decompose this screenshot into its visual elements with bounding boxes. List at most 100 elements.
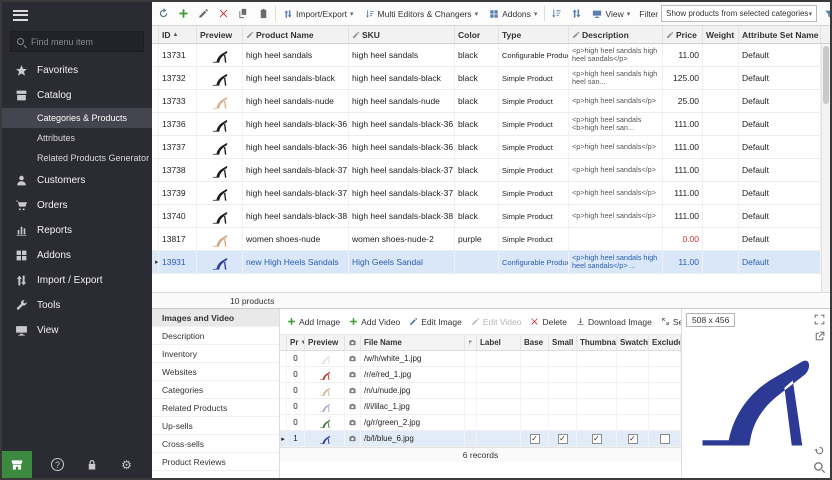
image-row[interactable]: 0/l/i/lilac_1.jpg xyxy=(280,399,681,415)
column-header-id[interactable]: ID▲ xyxy=(159,26,197,43)
image-row[interactable]: 0/r/e/red_1.jpg xyxy=(280,367,681,383)
product-row[interactable]: 13738high heel sandals-black-37high heel… xyxy=(152,159,821,182)
base-checkbox[interactable]: ✓ xyxy=(530,434,540,444)
sidebar-item-view[interactable]: View xyxy=(2,318,152,343)
column-header-exclude[interactable]: Exclude xyxy=(649,335,681,350)
fullscreen-button[interactable] xyxy=(813,313,826,326)
product-row[interactable]: 13739high heel sandals-black-37high heel… xyxy=(152,182,821,205)
column-header-swatch[interactable]: Swatch xyxy=(617,335,649,350)
category-filter-select[interactable]: Show products from selected categories ▾ xyxy=(661,5,817,22)
product-row[interactable]: 13740high heel sandals-black-38high heel… xyxy=(152,205,821,228)
column-header-sku[interactable]: SKU xyxy=(349,26,455,43)
product-row[interactable]: 13732high heel sandals-blackhigh heel sa… xyxy=(152,67,821,90)
column-header-weight[interactable]: Weight xyxy=(703,26,739,43)
column-header-attribute-set-name[interactable]: Attribute Set Name xyxy=(739,26,821,43)
add-image-button[interactable]: Add Image xyxy=(287,317,340,327)
column-header-flag[interactable] xyxy=(465,335,477,350)
sort-asc-button[interactable] xyxy=(548,5,565,22)
product-row[interactable]: ▸13931new High Heels SandalsHigh Geels S… xyxy=(152,251,821,274)
scrollbar-thumb[interactable] xyxy=(823,46,829,104)
swatch-checkbox[interactable]: ✓ xyxy=(628,434,638,444)
sidebar-item-import-export[interactable]: Import / Export xyxy=(2,268,152,293)
edit-image-button[interactable]: Edit Image xyxy=(409,317,462,327)
button-label: Add Video xyxy=(361,317,400,327)
sort-desc-button[interactable] xyxy=(568,5,585,22)
sidebar-item-categories-products[interactable]: Categories & Products xyxy=(2,108,152,128)
tab-inventory[interactable]: Inventory xyxy=(152,345,279,363)
sidebar-item-orders[interactable]: Orders xyxy=(2,193,152,218)
cell-preview xyxy=(305,399,345,414)
tab-websites[interactable]: Websites xyxy=(152,363,279,381)
import-export-dropdown[interactable]: Import/Export▾ xyxy=(279,5,358,23)
image-row[interactable]: 0/w/h/white_1.jpg xyxy=(280,351,681,367)
product-row[interactable]: 13817women shoes-nudewomen shoes-nude-2p… xyxy=(152,228,821,251)
add-product-button[interactable] xyxy=(175,5,192,22)
camera-icon xyxy=(348,354,357,363)
menu-toggle-button[interactable] xyxy=(2,2,152,28)
delete-product-button[interactable] xyxy=(215,5,232,22)
column-header-preview[interactable]: Preview xyxy=(305,335,345,350)
column-header-type[interactable]: Type xyxy=(499,26,569,43)
help-button[interactable]: ? xyxy=(49,456,67,474)
small-checkbox[interactable]: ✓ xyxy=(558,434,568,444)
column-header-preview[interactable]: Preview xyxy=(197,26,243,43)
delete-button[interactable]: Delete xyxy=(530,317,567,327)
tab-product-reviews[interactable]: Product Reviews xyxy=(152,453,279,471)
sidebar-item-related-products-generator[interactable]: Related Products Generator xyxy=(2,148,152,168)
sidebar-item-addons[interactable]: Addons xyxy=(2,243,152,268)
paste-button[interactable] xyxy=(255,5,272,22)
tab-images-and-video[interactable]: Images and Video xyxy=(152,309,279,327)
sidebar-item-customers[interactable]: Customers xyxy=(2,168,152,193)
zoom-button[interactable] xyxy=(813,461,826,474)
sidebar-item-attributes[interactable]: Attributes xyxy=(2,128,152,148)
download-image-button[interactable]: Download Image xyxy=(576,317,652,327)
column-header-thumbnail[interactable]: Thumbna xyxy=(577,335,617,350)
addons-dropdown[interactable]: Addons▾ xyxy=(485,5,541,23)
sidebar-item-favorites[interactable]: Favorites xyxy=(2,58,152,83)
column-header-file-name[interactable]: File Name xyxy=(361,335,465,350)
image-row[interactable]: 0/g/r/green_2.jpg xyxy=(280,415,681,431)
row-expander xyxy=(152,113,159,135)
product-row[interactable]: 13733high heel sandals-nudehigh heel san… xyxy=(152,90,821,113)
tab-up-sells[interactable]: Up-sells xyxy=(152,417,279,435)
column-header-color[interactable]: Color xyxy=(455,26,499,43)
column-header-description[interactable]: Description xyxy=(569,26,663,43)
product-row[interactable]: 13737high heel sandals-black-36high heel… xyxy=(152,136,821,159)
edit-product-button[interactable] xyxy=(195,5,212,22)
thumbnail-checkbox[interactable]: ✓ xyxy=(592,434,602,444)
tab-categories[interactable]: Categories xyxy=(152,381,279,399)
column-header-small[interactable]: Small xyxy=(549,335,577,350)
search-input[interactable] xyxy=(29,36,137,48)
column-header-product-name[interactable]: Product Name xyxy=(243,26,349,43)
column-header-base[interactable]: Base xyxy=(521,335,549,350)
refresh-icon xyxy=(158,8,169,19)
store-button[interactable] xyxy=(2,451,32,478)
image-row[interactable]: 0/n/u/nude.jpg xyxy=(280,383,681,399)
vertical-scrollbar[interactable] xyxy=(821,44,830,292)
multi-editors-dropdown[interactable]: Multi Editors & Changers▾ xyxy=(361,5,483,23)
refresh-button[interactable] xyxy=(155,5,172,22)
tab-related-products[interactable]: Related Products xyxy=(152,399,279,417)
sidebar-item-tools[interactable]: Tools xyxy=(2,293,152,318)
column-header-price[interactable]: Price xyxy=(663,26,703,43)
column-header-camera[interactable] xyxy=(345,335,361,350)
settings-button[interactable]: ⚙ xyxy=(118,456,136,474)
tab-cross-sells[interactable]: Cross-sells xyxy=(152,435,279,453)
product-row[interactable]: 13731high heel sandalshigh heel sandalsb… xyxy=(152,44,821,67)
image-row[interactable]: ▸1/b/l/blue_6.jpg✓✓✓✓ xyxy=(280,431,681,447)
add-video-button[interactable]: Add Video xyxy=(349,317,400,327)
set-resize-rule-button[interactable]: Set Resize Rule xyxy=(661,317,681,327)
sidebar-item-catalog[interactable]: Catalog xyxy=(2,83,152,108)
tab-description[interactable]: Description xyxy=(152,327,279,345)
exclude-checkbox[interactable] xyxy=(660,434,670,444)
view-dropdown[interactable]: View▾ xyxy=(588,5,634,23)
copy-button[interactable] xyxy=(235,5,252,22)
rotate-button[interactable] xyxy=(813,444,826,457)
column-header-label[interactable]: Label xyxy=(477,335,521,350)
sidebar-item-reports[interactable]: Reports xyxy=(2,218,152,243)
column-header-pr[interactable]: Pr▼ xyxy=(287,335,305,350)
filters-dropdown[interactable]: Filters▾ xyxy=(820,5,830,23)
open-external-button[interactable] xyxy=(813,330,826,343)
product-row[interactable]: 13736high heel sandals-black-36high heel… xyxy=(152,113,821,136)
lock-button[interactable] xyxy=(83,456,101,474)
